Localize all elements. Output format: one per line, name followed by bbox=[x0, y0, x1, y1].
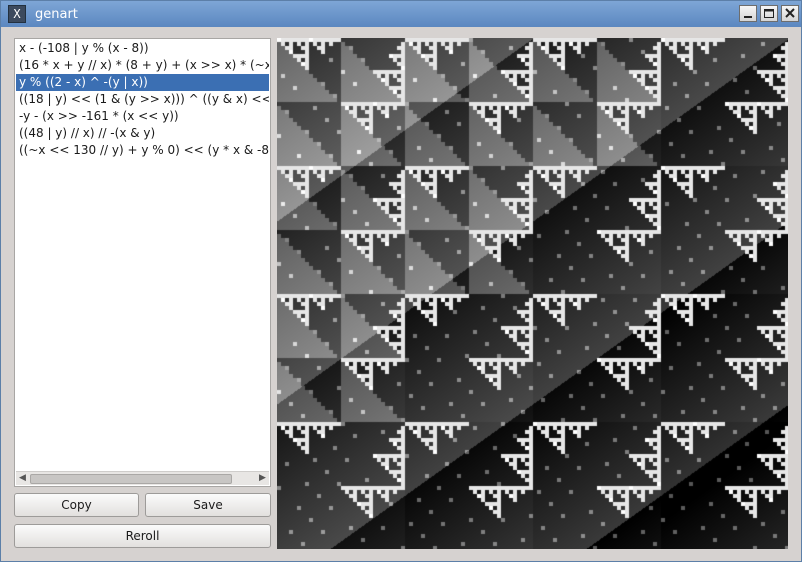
expression-list-item[interactable]: ((18 | y) << (1 & (y >> x))) ^ ((y & x) … bbox=[16, 91, 269, 108]
x-app-icon: X bbox=[8, 5, 26, 23]
art-canvas-panel bbox=[277, 38, 788, 549]
expression-list-item[interactable]: (16 * x + y // x) * (8 + y) + (x >> x) *… bbox=[16, 57, 269, 74]
scroll-left-icon[interactable]: ◀ bbox=[16, 472, 29, 485]
scroll-right-icon[interactable]: ▶ bbox=[256, 472, 269, 485]
maximize-icon[interactable] bbox=[760, 5, 778, 22]
title-bar[interactable]: X genart bbox=[1, 1, 801, 27]
expression-list-item[interactable]: -y - (x >> -161 * (x << y)) bbox=[16, 108, 269, 125]
expression-list-items: x - (-108 | y % (x - 8)) (16 * x + y // x… bbox=[16, 40, 269, 472]
genart-window: X genart x - (-108 | y % (x - 8)) (16 * x… bbox=[0, 0, 802, 562]
expression-list-item[interactable]: ((48 | y) // x) // -(x & y) bbox=[16, 125, 269, 142]
scrollbar-thumb[interactable] bbox=[30, 474, 232, 484]
expression-list-item[interactable]: ((~x << 130 // y) + y % 0) << (y * x & -… bbox=[16, 142, 269, 159]
expression-list[interactable]: x - (-108 | y % (x - 8)) (16 * x + y // x… bbox=[14, 38, 271, 487]
horizontal-scrollbar[interactable]: ◀ ▶ bbox=[16, 471, 269, 485]
copy-button[interactable]: Copy bbox=[14, 493, 139, 517]
window-title: genart bbox=[35, 6, 78, 22]
close-icon[interactable] bbox=[781, 5, 799, 22]
expression-list-item[interactable]: y % ((2 - x) ^ -(y | x)) bbox=[16, 74, 269, 91]
expression-list-item[interactable]: x - (-108 | y % (x - 8)) bbox=[16, 40, 269, 57]
save-button[interactable]: Save bbox=[145, 493, 271, 517]
generated-art-image bbox=[277, 38, 788, 549]
reroll-button[interactable]: Reroll bbox=[14, 524, 271, 548]
window-controls bbox=[739, 5, 799, 22]
minimize-icon[interactable] bbox=[739, 5, 757, 22]
